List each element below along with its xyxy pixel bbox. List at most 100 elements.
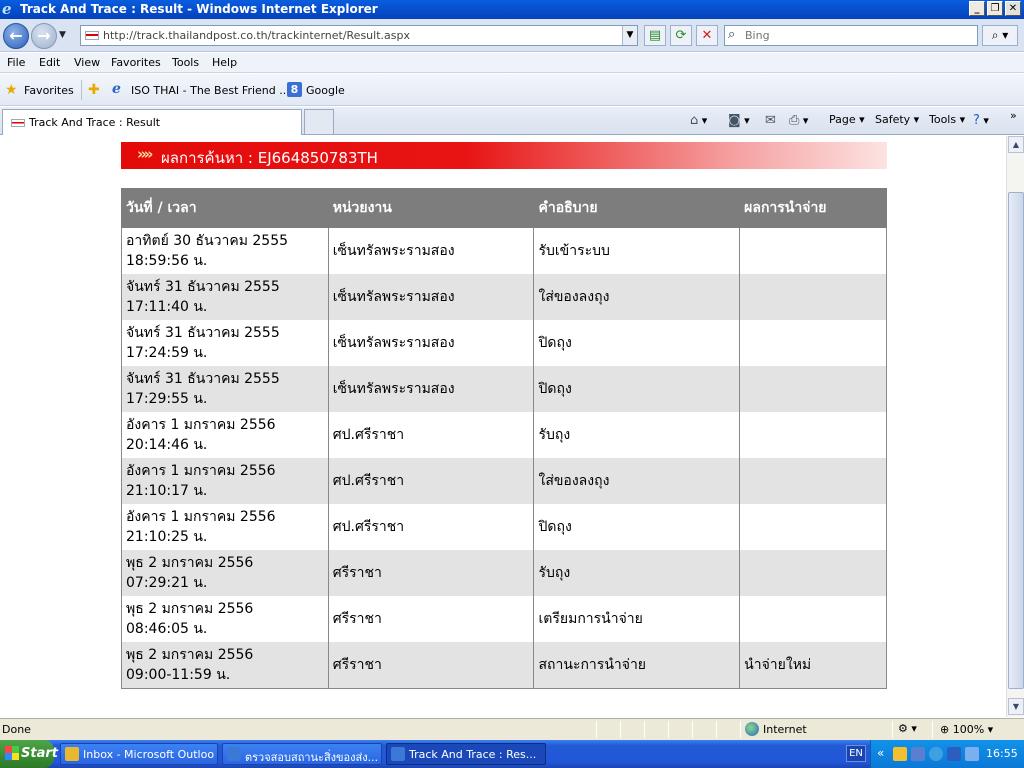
stop-button[interactable]: ✕ — [696, 25, 718, 46]
scroll-down-arrow[interactable]: ▼ — [1008, 698, 1024, 715]
cell-delivery-result — [739, 596, 887, 642]
cell-date: พุธ 2 มกราคม 2556 — [126, 646, 254, 663]
tab-track-and-trace[interactable]: Track And Trace : Result — [2, 109, 302, 135]
cell-delivery-result — [739, 228, 887, 274]
home-button[interactable]: ⌂ ▾ — [690, 113, 707, 128]
page-menu-button[interactable]: Page ▾ — [829, 113, 865, 126]
feeds-button[interactable]: ◙ ▾ — [728, 113, 750, 128]
cell-office: ศรีราชา — [327, 550, 535, 596]
outlook-icon — [65, 747, 79, 761]
taskbar-label: ตรวจสอบสถานะสิ่งของส่ง... — [245, 751, 379, 764]
tray-network-icon[interactable] — [929, 747, 943, 761]
tools-menu-button[interactable]: Tools ▾ — [929, 113, 965, 126]
tray-app-icon[interactable] — [893, 747, 907, 761]
cell-date: อังคาร 1 มกราคม 2556 — [126, 463, 276, 479]
window-title-bar[interactable]: e Track And Trace : Result - Windows Int… — [0, 0, 1024, 19]
safety-menu-button[interactable]: Safety ▾ — [875, 113, 919, 126]
tray-display-icon[interactable] — [947, 747, 961, 761]
status-separator — [644, 721, 645, 738]
cell-datetime: พุธ 2 มกราคม 2556 09:00-11:59 น. — [121, 642, 329, 689]
taskbar: Start Inbox - Microsoft Outlook ตรวจสอบส… — [0, 740, 1024, 768]
menu-edit[interactable]: Edit — [39, 56, 60, 69]
menu-view[interactable]: View — [74, 56, 100, 69]
menu-tools[interactable]: Tools — [172, 56, 199, 69]
search-provider-icon: ⌕ — [728, 27, 736, 42]
internet-zone-icon — [745, 722, 759, 736]
new-tab-button[interactable] — [304, 109, 334, 134]
cell-delivery-result: นำจ่ายใหม่ — [739, 642, 887, 689]
table-row: จันทร์ 31 ธันวาคม 2555 17:29:55 น. เซ็นทรั… — [121, 366, 887, 412]
print-button[interactable]: ⎙ ▾ — [789, 113, 808, 128]
status-separator — [740, 721, 741, 738]
help-icon: ? — [973, 113, 980, 128]
language-indicator[interactable]: EN — [846, 745, 866, 762]
close-window-button[interactable]: ✕ — [1005, 1, 1021, 16]
favorites-star-icon: ★ — [5, 82, 18, 98]
minimize-button[interactable]: _ — [969, 1, 985, 16]
read-mail-button[interactable]: ✉ — [765, 113, 776, 128]
favorite-link-iso-thai[interactable]: ISO THAI - The Best Friend ... — [131, 84, 290, 97]
favorites-separator — [81, 80, 82, 100]
taskbar-button-outlook[interactable]: Inbox - Microsoft Outlook — [60, 743, 218, 765]
cell-office: ศป.ศรีราชา — [327, 412, 535, 458]
tray-expand-chevron[interactable]: « — [877, 746, 884, 760]
taskbar-button-track-and-trace[interactable]: Track And Trace : Res... — [386, 743, 546, 765]
refresh-button[interactable]: ⟳ — [670, 25, 692, 46]
protected-mode-icon[interactable]: ⚙ ▾ — [898, 722, 917, 735]
add-to-favorites-bar-icon[interactable]: ✚ — [88, 82, 100, 98]
compatibility-view-button[interactable]: ▤ — [644, 25, 666, 46]
favorites-button[interactable]: Favorites — [24, 84, 74, 97]
vertical-scrollbar[interactable]: ▲ ▼ — [1006, 136, 1024, 717]
search-button[interactable]: ⌕ ▾ — [982, 25, 1018, 46]
address-url[interactable]: http://track.thailandpost.co.th/trackint… — [103, 29, 410, 42]
status-text: Done — [2, 723, 31, 736]
result-title: ผลการค้นหา : EJ664850783TH — [161, 149, 378, 167]
cell-datetime: อังคาร 1 มกราคม 2556 20:14:46 น. — [121, 412, 329, 458]
cell-date: พุธ 2 มกราคม 2556 — [126, 555, 254, 571]
cell-description: ปิดถุง — [533, 320, 741, 366]
menu-bar: File Edit View Favorites Tools Help — [0, 53, 1024, 73]
recent-pages-dropdown[interactable]: ▼ — [59, 30, 66, 40]
tray-monitor-icon[interactable] — [911, 747, 925, 761]
scroll-up-arrow[interactable]: ▲ — [1008, 136, 1024, 153]
tab-row: Track And Trace : Result ⌂ ▾ ◙ ▾ ✉ ⎙ ▾ P… — [0, 107, 1024, 135]
maximize-button[interactable]: ❐ — [987, 1, 1003, 16]
column-header-datetime: วันที่ / เวลา — [121, 188, 329, 228]
cell-office: ศรีราชา — [327, 596, 535, 642]
forward-button[interactable]: → — [31, 23, 57, 49]
taskbar-button-ie-window[interactable]: ตรวจสอบสถานะสิ่งของส่ง... — [222, 743, 382, 765]
tray-connection-icon[interactable] — [965, 747, 979, 761]
scroll-thumb[interactable] — [1008, 192, 1024, 689]
cell-office: เซ็นทรัลพระรามสอง — [327, 320, 535, 366]
search-box[interactable]: ⌕ — [724, 25, 978, 46]
cell-datetime: พุธ 2 มกราคม 2556 08:46:05 น. — [121, 596, 329, 642]
address-bar[interactable]: http://track.thailandpost.co.th/trackint… — [80, 25, 638, 46]
cell-datetime: จันทร์ 31 ธันวาคม 2555 17:11:40 น. — [121, 274, 329, 320]
start-button[interactable]: Start — [0, 740, 58, 768]
safety-menu-label: Safety — [875, 113, 911, 126]
tools-menu-label: Tools — [929, 113, 957, 126]
menu-favorites[interactable]: Favorites — [111, 56, 161, 69]
cell-datetime: อังคาร 1 มกราคม 2556 21:10:25 น. — [121, 504, 329, 550]
cell-time: 17:24:59 น. — [126, 345, 208, 361]
more-commands-chevron[interactable]: » — [1010, 109, 1017, 122]
cell-description: ใส่ของลงถุง — [533, 458, 741, 504]
taskbar-clock[interactable]: 16:55 — [986, 747, 1018, 760]
zoom-level[interactable]: ⊕ 100% ▾ — [940, 723, 993, 736]
menu-file[interactable]: File — [7, 56, 25, 69]
google-icon: 8 — [287, 82, 302, 97]
cell-description: รับถุง — [533, 412, 741, 458]
cell-datetime: พุธ 2 มกราคม 2556 07:29:21 น. — [121, 550, 329, 596]
search-input[interactable] — [745, 28, 973, 43]
back-button[interactable]: ← — [3, 23, 29, 49]
cell-delivery-result — [739, 458, 887, 504]
favorites-bar: ★ Favorites ✚ e ISO THAI - The Best Frie… — [0, 74, 1024, 106]
security-zone-label[interactable]: Internet — [763, 723, 807, 736]
cell-delivery-result — [739, 412, 887, 458]
page-content: »» ผลการค้นหา : EJ664850783TH วันที่ / เ… — [0, 136, 1006, 717]
address-dropdown-button[interactable]: ▼ — [622, 26, 637, 45]
favorite-link-google[interactable]: Google — [306, 84, 345, 97]
column-header-delivery-result: ผลการนำจ่าย — [739, 188, 887, 228]
menu-help[interactable]: Help — [212, 56, 237, 69]
help-button[interactable]: ? ▾ — [973, 113, 989, 128]
